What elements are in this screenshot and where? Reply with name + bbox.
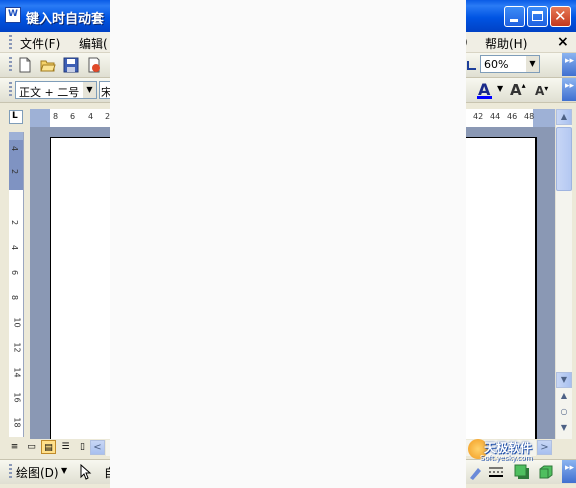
normal-view-button[interactable]: ≡ — [7, 440, 22, 454]
ruler-margin-right — [533, 109, 555, 127]
undo-icon[interactable] — [464, 58, 480, 74]
ruler-number: 18 — [12, 417, 22, 428]
ruler-number: 12 — [12, 342, 22, 353]
3d-style-icon[interactable] — [537, 464, 553, 480]
ruler-number: 16 — [12, 392, 22, 403]
toolbar-grip[interactable] — [9, 82, 12, 98]
ruler-number: 8 — [53, 112, 59, 121]
close-button[interactable]: ✕ — [550, 6, 571, 27]
ruler-number: 10 — [12, 317, 22, 328]
ruler-number: 48 — [524, 112, 535, 121]
line-color-icon[interactable] — [468, 464, 484, 480]
blank-overlay — [110, 0, 466, 488]
ruler-number: 14 — [12, 367, 22, 378]
next-page-button[interactable]: ▼ — [556, 421, 572, 437]
ruler-margin-top — [9, 132, 23, 140]
shadow-style-icon[interactable] — [514, 464, 530, 480]
chevron-down-icon[interactable]: ▼ — [61, 466, 67, 475]
ruler-number: 46 — [507, 112, 518, 121]
font-color-swatch — [477, 96, 492, 99]
ruler-number: 4 — [88, 112, 94, 121]
vertical-scrollbar[interactable]: ▲ ▼ ▲ ○ ▼ — [555, 109, 572, 439]
grow-font-button[interactable]: A▴ — [510, 81, 526, 99]
minimize-button[interactable] — [504, 6, 525, 27]
ruler-number: 6 — [10, 269, 20, 276]
save-icon[interactable] — [63, 57, 79, 73]
print-view-button[interactable]: ▤ — [41, 440, 56, 454]
ruler-number: 42 — [473, 112, 484, 121]
reading-view-button[interactable]: ▯ — [75, 440, 90, 454]
vertical-ruler[interactable]: 4 2 2 4 6 8 10 12 14 16 18 — [9, 132, 24, 437]
toolbar-options-button[interactable]: ▸▸ — [562, 53, 576, 76]
ruler-margin-left — [30, 109, 50, 127]
zoom-value: 60% — [484, 58, 509, 71]
chevron-down-icon[interactable]: ▼ — [83, 82, 96, 98]
draw-menu-button[interactable]: 绘图(D) — [16, 464, 59, 481]
double-chevron-icon: ▸▸ — [565, 81, 575, 91]
ruler-number: 4 — [10, 145, 20, 152]
scroll-down-button[interactable]: ▼ — [556, 372, 572, 388]
outline-view-button[interactable]: ☰ — [58, 440, 73, 454]
chevron-down-icon[interactable]: ▼ — [497, 84, 503, 93]
close-icon: ✕ — [554, 7, 567, 25]
scroll-thumb[interactable] — [556, 127, 572, 191]
new-document-icon[interactable] — [17, 57, 33, 73]
ruler-number: 2 — [10, 219, 20, 226]
watermark-logo: 天极软件 Soft.yesky.com — [468, 439, 540, 465]
toolbar-options-button[interactable]: ▸▸ — [562, 460, 576, 483]
menu-edit[interactable]: 编辑( — [79, 35, 108, 52]
scroll-up-button[interactable]: ▲ — [556, 109, 572, 125]
toolbar-grip[interactable] — [9, 57, 12, 73]
minimize-icon — [510, 19, 518, 22]
previous-page-button[interactable]: ▲ — [556, 389, 572, 405]
ruler-number: 2 — [10, 168, 20, 175]
document-close-button[interactable]: × — [557, 34, 569, 50]
shrink-font-button[interactable]: A▾ — [535, 84, 548, 98]
select-browse-object-button[interactable]: ○ — [556, 405, 572, 421]
tab-selector[interactable]: L — [9, 110, 23, 124]
select-objects-icon[interactable] — [77, 463, 93, 480]
scroll-left-button[interactable]: < — [90, 440, 105, 455]
menu-help[interactable]: 帮助(H) — [485, 35, 527, 52]
open-folder-icon[interactable] — [40, 57, 56, 73]
tab-stop-icon: L — [12, 111, 18, 121]
menubar-grip[interactable] — [9, 35, 12, 49]
word-app-icon[interactable]: W — [5, 7, 21, 23]
chevron-down-icon[interactable]: ▼ — [526, 56, 539, 72]
maximize-icon — [532, 11, 543, 21]
double-chevron-icon: ▸▸ — [565, 463, 575, 473]
font-color-button[interactable]: A — [476, 80, 494, 100]
line-style-icon[interactable] — [488, 464, 504, 480]
maximize-button[interactable] — [527, 6, 548, 27]
window-title: 键入时自动套 — [26, 12, 105, 27]
style-value: 正文 + 二号 — [19, 86, 80, 99]
style-combo[interactable]: 正文 + 二号 ▼ — [15, 81, 97, 99]
ruler-number: 44 — [490, 112, 501, 121]
ruler-number: 4 — [10, 244, 20, 251]
menu-file[interactable]: 文件(F) — [20, 35, 60, 52]
toolbar-grip[interactable] — [9, 464, 12, 480]
double-chevron-icon: ▸▸ — [565, 56, 575, 66]
arrow-up-icon: ▴ — [521, 81, 526, 90]
web-view-button[interactable]: ▭ — [24, 440, 39, 454]
ruler-number: 8 — [10, 294, 20, 301]
toolbar-options-button[interactable]: ▸▸ — [562, 78, 576, 101]
zoom-combo[interactable]: 60% ▼ — [480, 55, 540, 73]
arrow-down-icon: ▾ — [544, 84, 549, 93]
ruler-number: 6 — [70, 112, 76, 121]
permission-icon[interactable] — [86, 57, 102, 73]
